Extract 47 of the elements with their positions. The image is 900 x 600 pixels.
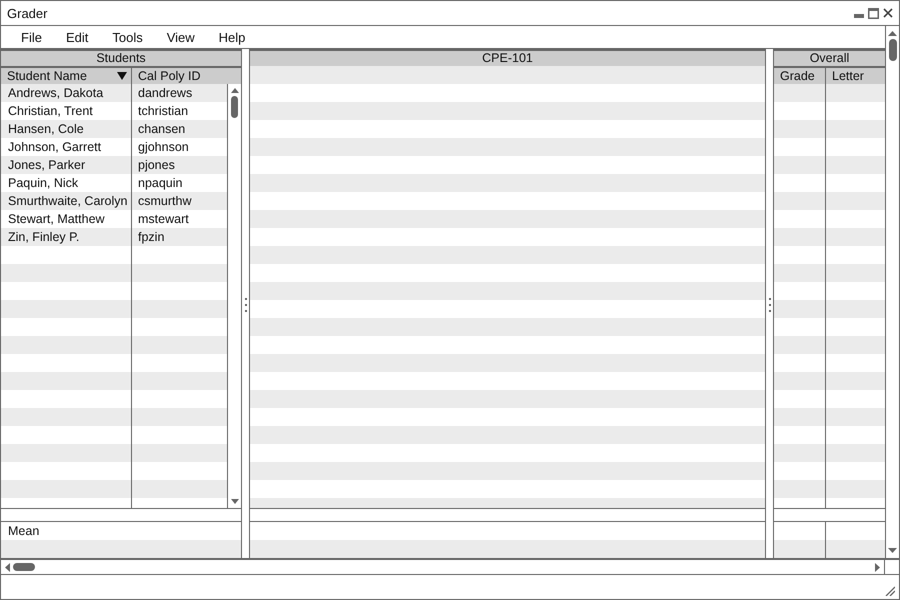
table-cell-text: dandrews xyxy=(137,85,194,102)
close-icon[interactable] xyxy=(883,8,893,18)
maximize-icon[interactable] xyxy=(868,8,879,18)
menu-item[interactable]: Tools xyxy=(112,30,143,44)
scroll-up-icon[interactable] xyxy=(230,88,238,93)
table-cell: Jones, Parker xyxy=(1,156,132,174)
table-row[interactable]: Jones, Parker pjones xyxy=(1,156,227,174)
resize-grip-icon[interactable] xyxy=(885,586,895,596)
menu-item[interactable]: Edit xyxy=(66,30,88,44)
table-cell-text: chansen xyxy=(137,121,186,138)
group-header: CPE-101 xyxy=(250,51,765,66)
table-cell-text: fpzin xyxy=(137,229,166,246)
scroll-left-icon[interactable] xyxy=(5,562,10,572)
vertical-scrollbar[interactable] xyxy=(227,84,241,508)
menu-item[interactable]: Help xyxy=(218,30,246,44)
table-row[interactable]: Hansen, Cole chansen xyxy=(1,120,227,138)
scroll-thumb[interactable] xyxy=(888,39,896,61)
column-header[interactable]: Letter xyxy=(826,68,885,84)
table-cell-text: tchristian xyxy=(137,103,190,120)
column-header[interactable]: Cal Poly ID xyxy=(132,68,241,84)
splitter-handle[interactable] xyxy=(244,298,246,312)
table-cell: Andrews, Dakota xyxy=(1,84,132,102)
scroll-thumb[interactable] xyxy=(231,96,238,118)
scroll-right-icon[interactable] xyxy=(875,562,880,572)
table-cell-text: mstewart xyxy=(137,211,190,228)
menu-item[interactable]: View xyxy=(166,30,195,44)
table-cell: Smurthwaite, Carolyn xyxy=(1,192,132,210)
vertical-scrollbar[interactable] xyxy=(885,26,899,558)
table-cell-text: csmurthw xyxy=(137,193,192,210)
table-cell-text: Mean xyxy=(7,523,40,540)
table-row[interactable]: Zin, Finley P. fpzin xyxy=(1,228,227,246)
table-row[interactable]: Andrews, Dakota dandrews xyxy=(1,84,227,102)
scroll-down-icon[interactable] xyxy=(888,548,897,553)
group-header: Overall xyxy=(774,51,885,66)
window-title: Grader xyxy=(7,6,48,20)
table-cell: Hansen, Cole xyxy=(1,120,132,138)
scroll-thumb[interactable] xyxy=(13,563,35,571)
table-row[interactable]: Smurthwaite, Carolyn csmurthw xyxy=(1,192,227,210)
table-cell-text: gjohnson xyxy=(137,139,190,156)
scroll-down-icon[interactable] xyxy=(230,499,238,504)
scroll-up-icon[interactable] xyxy=(888,31,897,36)
table-cell-text: npaquin xyxy=(137,175,184,192)
table-cell: Zin, Finley P. xyxy=(1,228,132,246)
menu-item[interactable]: File xyxy=(21,30,42,44)
splitter-handle[interactable] xyxy=(768,298,770,312)
table-cell-text: pjones xyxy=(137,157,176,174)
group-header: Students xyxy=(1,51,241,66)
